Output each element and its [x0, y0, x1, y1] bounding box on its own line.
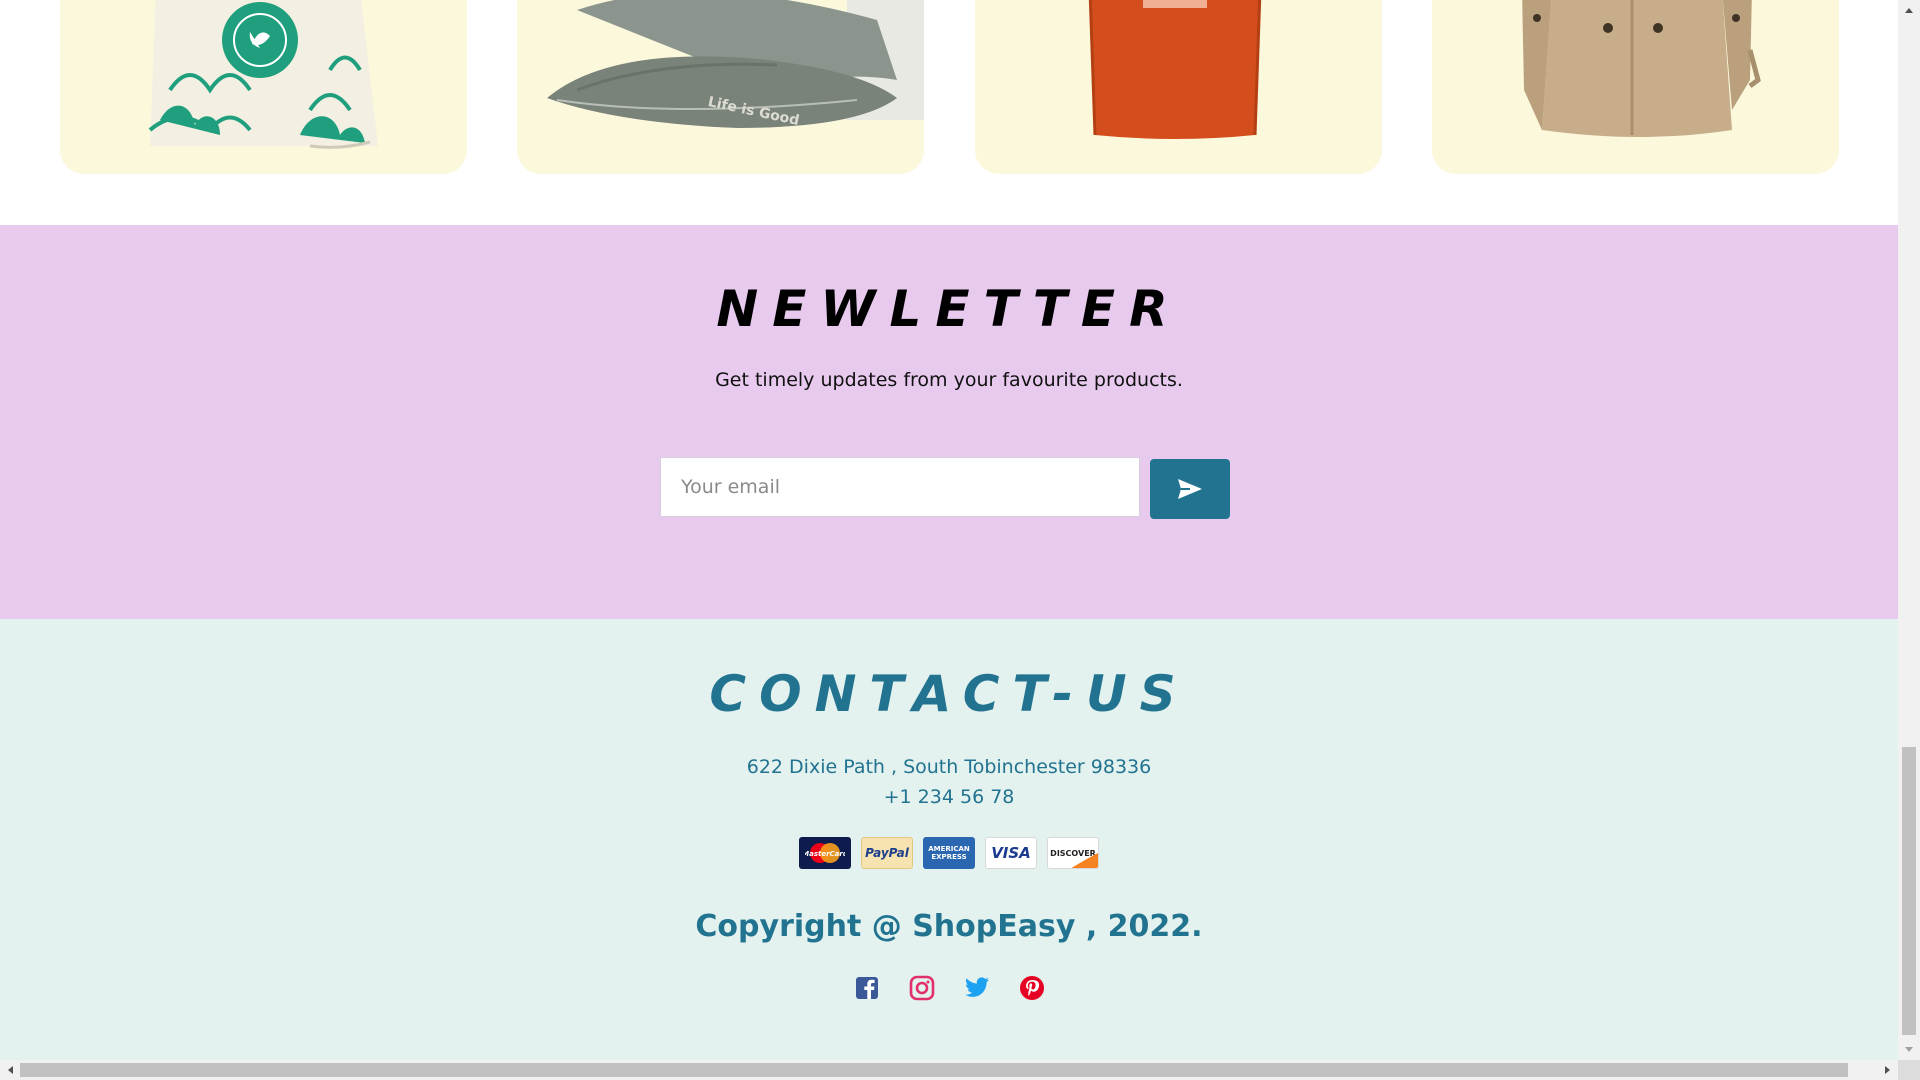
product-card-trench-coat[interactable]	[1432, 0, 1839, 174]
subscribe-button[interactable]	[1150, 459, 1230, 519]
product-card-tshirt[interactable]	[975, 0, 1382, 174]
twitter-icon[interactable]	[964, 975, 990, 1001]
copyright-text: Copyright @ ShopEasy , 2022.	[695, 909, 1203, 944]
contact-section: CONTACT-US 622 Dixie Path , South Tobinc…	[0, 619, 1898, 1060]
newsletter-title: NEWLETTER	[716, 280, 1182, 338]
newsletter-subtitle: Get timely updates from your favourite p…	[715, 369, 1183, 391]
newsletter-section: NEWLETTER Get timely updates from your f…	[0, 225, 1898, 619]
discover-icon: DISCOVER	[1047, 837, 1099, 869]
vertical-scrollbar[interactable]	[1898, 0, 1920, 1060]
scroll-left-arrow-icon[interactable]	[0, 1060, 20, 1080]
send-arrow-icon	[1178, 479, 1202, 499]
payment-methods: MasterCard PayPal AMERICAN EXPRESS VISA …	[799, 837, 1099, 869]
horizontal-scrollbar[interactable]	[0, 1060, 1898, 1080]
vertical-scroll-thumb[interactable]	[1902, 747, 1916, 1035]
page-viewport: Life is Good NEWLETTER Get timely update…	[0, 0, 1898, 1060]
contact-address: 622 Dixie Path , South Tobinchester 9833…	[746, 756, 1152, 778]
pinterest-icon[interactable]	[1019, 975, 1045, 1001]
visa-icon: VISA	[985, 837, 1037, 869]
mastercard-icon: MasterCard	[799, 837, 851, 869]
scroll-down-arrow-icon[interactable]	[1898, 1040, 1920, 1060]
product-card-tote-bag[interactable]	[60, 0, 467, 174]
product-card-cap[interactable]: Life is Good	[517, 0, 924, 174]
mastercard-label: MasterCard	[805, 850, 845, 858]
contact-title: CONTACT-US	[709, 665, 1189, 723]
tshirt-image	[1088, 0, 1262, 139]
trench-coat-image	[1522, 0, 1761, 137]
contact-phone: +1 234 56 78	[883, 786, 1015, 808]
tote-bag-image	[148, 0, 378, 149]
facebook-icon[interactable]	[854, 975, 880, 1001]
scroll-up-arrow-icon[interactable]	[1898, 0, 1920, 20]
paypal-icon: PayPal	[861, 837, 913, 869]
amex-icon: AMERICAN EXPRESS	[923, 837, 975, 869]
instagram-icon[interactable]	[909, 975, 935, 1001]
product-grid: Life is Good	[0, 0, 1898, 225]
email-input[interactable]	[660, 457, 1140, 517]
social-links	[854, 975, 1045, 1001]
horizontal-scroll-thumb[interactable]	[20, 1063, 1848, 1077]
cap-image: Life is Good	[547, 0, 924, 129]
scrollbar-corner	[1898, 1060, 1920, 1080]
scroll-right-arrow-icon[interactable]	[1878, 1060, 1898, 1080]
